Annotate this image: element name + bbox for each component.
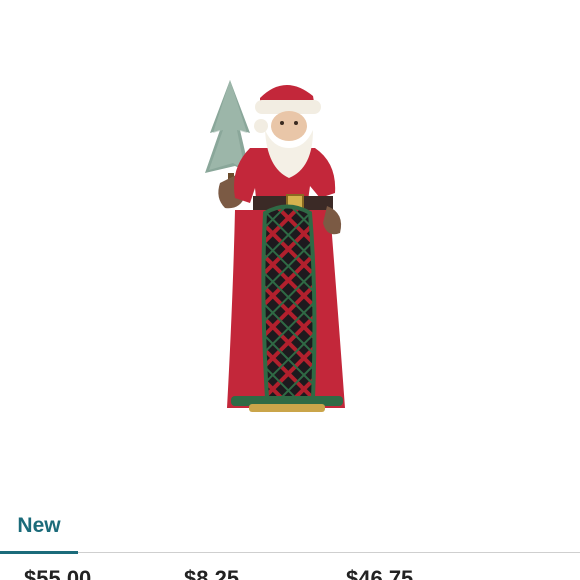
tab-bar: New (0, 500, 580, 554)
tab-new-label: New (17, 514, 61, 537)
price-2: $8.25 (184, 566, 240, 580)
santa-figurine-image[interactable] (195, 78, 370, 418)
product-page: New $55.00 $8.25 $46.75 (0, 0, 580, 580)
tab-new[interactable]: New (0, 500, 78, 554)
active-tab-indicator (0, 551, 78, 554)
price-row: $55.00 $8.25 $46.75 (0, 566, 580, 580)
price-3: $46.75 (346, 566, 414, 580)
price-1: $55.00 (24, 566, 92, 580)
